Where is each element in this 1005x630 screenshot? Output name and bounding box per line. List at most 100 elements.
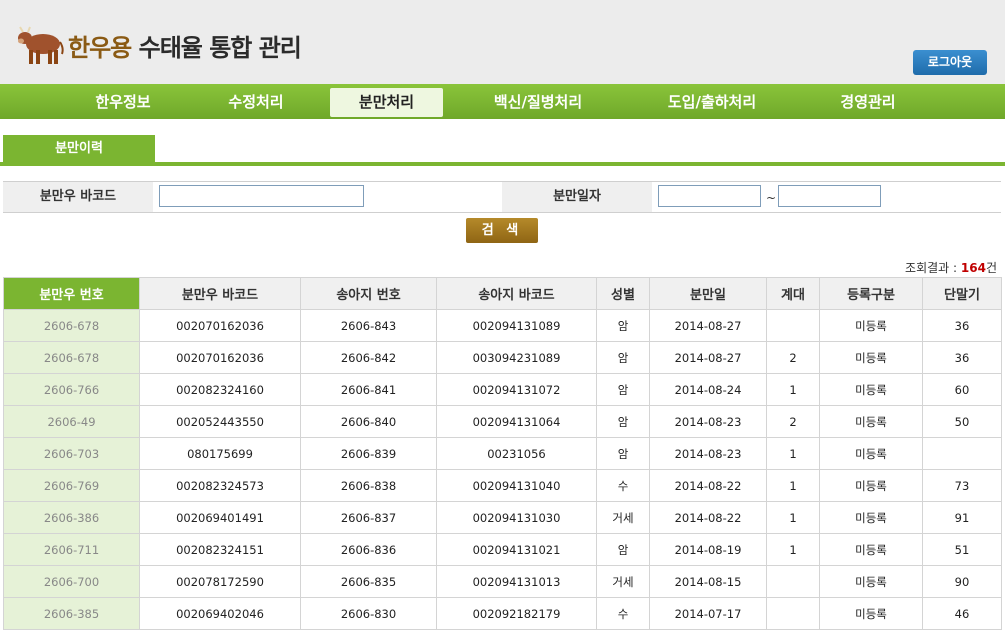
table-row[interactable]: 2606-769 002082324573 2606-838 002094131040… (3, 469, 1002, 502)
cell-cow-barcode: 002082324573 (139, 469, 301, 502)
cell-cow-barcode: 002069402046 (139, 597, 301, 630)
table-row[interactable]: 2606-766 002082324160 2606-841 002094131072… (3, 373, 1002, 406)
cell-registration: 미등록 (819, 565, 923, 598)
cell-generation: 2 (766, 405, 820, 438)
cell-registration: 미등록 (819, 373, 923, 406)
table-row[interactable]: 2606-385 002069402046 2606-830 002092182179… (3, 597, 1002, 630)
cell-calving-date: 2014-08-27 (649, 341, 767, 374)
cell-registration: 미등록 (819, 405, 923, 438)
cell-calf-barcode: 002094131040 (436, 469, 597, 502)
cell-calf-barcode: 002094131013 (436, 565, 597, 598)
cell-cow-number: 2606-678 (3, 309, 140, 342)
cell-terminal (922, 437, 1002, 470)
table-row[interactable]: 2606-703 080175699 2606-839 00231056 암 2014-0… (3, 437, 1002, 470)
col-header-terminal[interactable]: 단말기 (922, 277, 1002, 310)
cell-calf-barcode: 002094131030 (436, 501, 597, 534)
cell-registration: 미등록 (819, 437, 923, 470)
cell-cow-barcode: 002069401491 (139, 501, 301, 534)
col-header-calf-number[interactable]: 송아지 번호 (300, 277, 437, 310)
result-label: 조회결과 : (905, 261, 961, 275)
cell-calving-date: 2014-07-17 (649, 597, 767, 630)
cell-sex: 암 (596, 405, 650, 438)
cell-sex: 수 (596, 597, 650, 630)
cell-cow-number: 2606-700 (3, 565, 140, 598)
date-range-separator: ~ (766, 191, 777, 205)
col-header-cow-number[interactable]: 분만우 번호 (3, 277, 140, 310)
cell-terminal: 51 (922, 533, 1002, 566)
cell-terminal: 91 (922, 501, 1002, 534)
table-row[interactable]: 2606-711 002082324151 2606-836 002094131021… (3, 533, 1002, 566)
cell-calf-barcode: 002094131072 (436, 373, 597, 406)
cell-sex: 수 (596, 469, 650, 502)
cell-cow-barcode: 002082324160 (139, 373, 301, 406)
cell-cow-number: 2606-678 (3, 341, 140, 374)
cell-generation: 1 (766, 437, 820, 470)
nav-item-vaccine-disease[interactable]: 백신/질병처리 (470, 88, 606, 117)
cell-calf-barcode: 003094231089 (436, 341, 597, 374)
cell-sex: 암 (596, 309, 650, 342)
table-row[interactable]: 2606-678 002070162036 2606-843 002094131089… (3, 309, 1002, 342)
logout-button[interactable]: 로그아웃 (913, 50, 987, 75)
table-row[interactable]: 2606-700 002078172590 2606-835 002094131013… (3, 565, 1002, 598)
cell-registration: 미등록 (819, 533, 923, 566)
col-header-calving-date[interactable]: 분만일 (649, 277, 767, 310)
cell-cow-number: 2606-385 (3, 597, 140, 630)
cell-cow-barcode: 002070162036 (139, 309, 301, 342)
nav-item-insemination[interactable]: 수정처리 (193, 88, 319, 117)
app-title: 한우용 수태율 통합 관리 (68, 28, 302, 63)
search-panel: 분만우 바코드 분만일자 ~ (3, 181, 1001, 213)
cell-calf-number: 2606-838 (300, 469, 437, 502)
nav-item-calving[interactable]: 분만처리 (330, 88, 443, 117)
cell-cow-number: 2606-711 (3, 533, 140, 566)
cell-cow-number: 2606-703 (3, 437, 140, 470)
nav-item-hanwoo-info[interactable]: 한우정보 (60, 88, 186, 117)
cell-calf-number: 2606-842 (300, 341, 437, 374)
table-row[interactable]: 2606-49 002052443550 2606-840 002094131064 암… (3, 405, 1002, 438)
cell-registration: 미등록 (819, 341, 923, 374)
cell-cow-barcode: 002052443550 (139, 405, 301, 438)
cell-generation: 1 (766, 533, 820, 566)
cell-calving-date: 2014-08-27 (649, 309, 767, 342)
main-nav: 한우정보 수정처리 분만처리 백신/질병처리 도입/출하처리 경영관리 (0, 84, 1005, 119)
app-title-main: 수태율 통합 관리 (138, 34, 302, 62)
cell-registration: 미등록 (819, 309, 923, 342)
barcode-input[interactable] (159, 185, 364, 207)
cell-calving-date: 2014-08-15 (649, 565, 767, 598)
cell-calf-barcode: 002094131089 (436, 309, 597, 342)
cell-calf-barcode: 00231056 (436, 437, 597, 470)
cell-sex: 암 (596, 341, 650, 374)
header: 한우용 수태율 통합 관리 로그아웃 (0, 0, 1005, 84)
cell-cow-barcode: 002070162036 (139, 341, 301, 374)
cell-cow-number: 2606-49 (3, 405, 140, 438)
cow-icon (18, 26, 64, 64)
cell-terminal: 60 (922, 373, 1002, 406)
cell-sex: 거세 (596, 501, 650, 534)
cell-cow-barcode: 002082324151 (139, 533, 301, 566)
col-header-registration[interactable]: 등록구분 (819, 277, 923, 310)
sub-nav: 분만이력 (0, 135, 1005, 166)
cell-sex: 암 (596, 437, 650, 470)
table-row[interactable]: 2606-386 002069401491 2606-837 002094131030… (3, 501, 1002, 534)
cell-calf-number: 2606-837 (300, 501, 437, 534)
cell-cow-number: 2606-769 (3, 469, 140, 502)
col-header-sex[interactable]: 성별 (596, 277, 650, 310)
date-from-input[interactable] (658, 185, 761, 207)
table-row[interactable]: 2606-678 002070162036 2606-842 003094231089… (3, 341, 1002, 374)
calving-date-label: 분만일자 (502, 182, 652, 212)
cell-registration: 미등록 (819, 597, 923, 630)
nav-item-management[interactable]: 경영관리 (810, 88, 926, 117)
nav-item-import-shipping[interactable]: 도입/출하처리 (640, 88, 784, 117)
result-count: 조회결과 : 164건 (905, 259, 997, 276)
col-header-calf-barcode[interactable]: 송아지 바코드 (436, 277, 597, 310)
cell-calf-number: 2606-836 (300, 533, 437, 566)
date-to-input[interactable] (778, 185, 881, 207)
col-header-cow-barcode[interactable]: 분만우 바코드 (139, 277, 301, 310)
cell-calf-barcode: 002092182179 (436, 597, 597, 630)
cell-sex: 거세 (596, 565, 650, 598)
col-header-generation[interactable]: 계대 (766, 277, 820, 310)
cell-generation (766, 309, 820, 342)
cell-calf-number: 2606-841 (300, 373, 437, 406)
tab-calving-history[interactable]: 분만이력 (3, 135, 155, 163)
cell-calf-number: 2606-843 (300, 309, 437, 342)
search-button[interactable]: 검 색 (466, 218, 538, 243)
